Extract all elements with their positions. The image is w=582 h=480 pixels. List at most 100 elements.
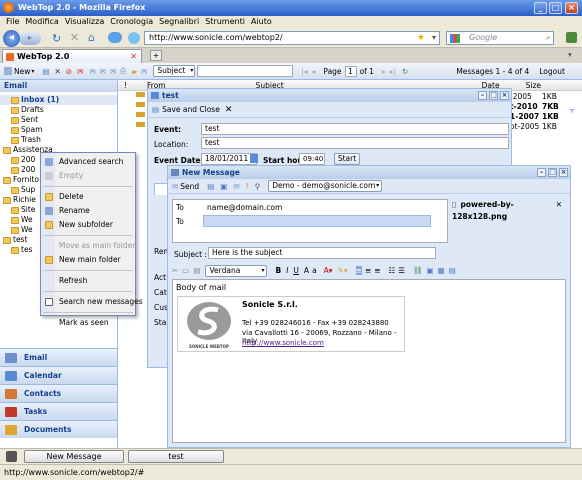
attachment-item[interactable]: ▯ powered-by-128x128.png ✕ xyxy=(452,199,564,221)
image-icon[interactable]: ▣ xyxy=(427,266,434,275)
refresh-icon[interactable]: ↻ xyxy=(402,67,408,76)
reply-icon[interactable]: ✉ xyxy=(89,67,95,76)
message-editor[interactable]: Body of mail SONICLE WEBTOP Sonicle S.r.… xyxy=(172,279,566,443)
save-icon[interactable]: ▤ xyxy=(42,67,49,76)
receipt-icon[interactable]: ✉ xyxy=(233,182,239,191)
spam-icon[interactable]: ✉ xyxy=(77,67,83,76)
menu-modifica[interactable]: Modifica xyxy=(25,16,58,28)
move-folder-icon[interactable]: ▰ xyxy=(131,67,137,76)
new-dropdown-icon[interactable]: ▾ xyxy=(31,68,34,75)
decrease-font-icon[interactable]: a xyxy=(312,266,317,275)
event-input[interactable]: test xyxy=(201,123,509,135)
forward-button[interactable]: ▸ xyxy=(19,32,41,45)
table-icon[interactable]: ▦ xyxy=(438,266,445,275)
event-date-input[interactable]: 18/01/2011 xyxy=(201,153,257,165)
from-select[interactable]: Demo - demo@sonicle.com ▾ xyxy=(268,180,383,192)
menu-cronologia[interactable]: Cronologia xyxy=(110,16,153,28)
menu-visualizza[interactable]: Visualizza xyxy=(65,16,104,28)
folder-item[interactable]: Drafts xyxy=(0,105,117,115)
font-color-icon[interactable]: A▾ xyxy=(324,266,333,275)
sig-url[interactable]: http://www.sonicle.com xyxy=(242,339,324,347)
align-left-icon[interactable]: ≡ xyxy=(355,266,362,275)
menu-item[interactable]: Rename xyxy=(41,204,135,218)
to-input-1[interactable]: name@domain.com xyxy=(203,202,431,213)
folder-item[interactable]: Spam xyxy=(0,125,117,135)
menu-item[interactable]: Mark as seen xyxy=(41,316,135,330)
location-input[interactable]: test xyxy=(201,137,509,149)
search-bar[interactable]: Google ⌕ xyxy=(446,31,554,45)
font-select[interactable]: Verdana ▾ xyxy=(205,264,268,277)
feed-icon[interactable] xyxy=(108,32,122,43)
to-label-2[interactable]: To xyxy=(176,217,184,226)
start-button[interactable]: Start xyxy=(334,153,360,165)
next-page-icon[interactable]: ▸ xyxy=(382,67,386,76)
menu-aiuto[interactable]: Aiuto xyxy=(251,16,272,28)
delete-icon[interactable]: ✕ xyxy=(54,67,60,76)
taskbar-test[interactable]: test xyxy=(128,450,224,463)
event-close-button[interactable]: × xyxy=(500,91,509,100)
folder-item[interactable]: Trash xyxy=(0,135,117,145)
menu-file[interactable]: File xyxy=(6,16,19,28)
unordered-list-icon[interactable]: ☰ xyxy=(398,266,405,275)
compose-close-button[interactable]: × xyxy=(559,168,568,177)
col-size[interactable]: Size xyxy=(526,81,541,90)
delete-event-icon[interactable]: ✕ xyxy=(225,105,233,115)
subject-input[interactable]: Here is the subject xyxy=(208,247,436,259)
increase-font-icon[interactable]: A xyxy=(304,266,309,275)
ordered-list-icon[interactable]: ☷ xyxy=(389,266,396,275)
event-maximize-button[interactable]: □ xyxy=(489,91,498,100)
addon-icon[interactable] xyxy=(566,32,577,43)
print-icon[interactable]: ⎙ xyxy=(120,66,126,76)
save-draft-icon[interactable]: ▤ xyxy=(207,182,214,191)
bookmark-star-icon[interactable]: ★ xyxy=(417,32,425,44)
link-icon[interactable]: ⛓ xyxy=(413,266,423,275)
remove-attachment-icon[interactable]: ✕ xyxy=(556,199,562,211)
minimize-button[interactable]: _ xyxy=(534,2,547,14)
reply-all-icon[interactable]: ✉ xyxy=(100,67,106,76)
send-button[interactable]: Send xyxy=(180,182,199,191)
folder-item[interactable]: Sent xyxy=(0,115,117,125)
menu-item[interactable]: Refresh xyxy=(41,274,135,288)
new-button[interactable]: New xyxy=(14,67,30,76)
logout-link[interactable]: Logout xyxy=(539,67,565,76)
filter-select[interactable]: Subject ▾ xyxy=(153,65,196,77)
to-input-2[interactable] xyxy=(203,215,431,227)
date-picker-icon[interactable] xyxy=(250,154,258,163)
event-minimize-button[interactable]: – xyxy=(478,91,487,100)
first-page-icon[interactable]: |◂ xyxy=(301,67,307,76)
menu-segnalibri[interactable]: Segnalibri xyxy=(159,16,199,28)
filter-input[interactable] xyxy=(197,65,294,77)
url-dropdown-icon[interactable]: ▾ xyxy=(432,32,436,44)
maximize-button[interactable]: □ xyxy=(549,2,562,14)
tab-webtop[interactable]: WebTop 2.0 ✕ xyxy=(2,49,142,63)
menu-item[interactable]: Advanced search xyxy=(41,155,135,169)
start-menu-icon[interactable] xyxy=(6,451,17,462)
menu-item[interactable]: Delete xyxy=(41,190,135,204)
align-right-icon[interactable]: ≡ xyxy=(374,266,380,275)
nav-documents[interactable]: Documents xyxy=(0,420,117,438)
menu-item[interactable]: New main folder xyxy=(41,253,135,267)
source-icon[interactable]: ▤ xyxy=(449,266,456,275)
nav-calendar[interactable]: Calendar xyxy=(0,366,117,384)
nav-contacts[interactable]: Contacts xyxy=(0,384,117,402)
home-icon[interactable]: ⌂ xyxy=(88,31,95,44)
block-icon[interactable]: ⊘ xyxy=(66,67,72,76)
back-button[interactable]: ◂ xyxy=(3,30,20,47)
menu-item[interactable]: Search new messages xyxy=(41,295,143,309)
folder-item[interactable]: Inbox (1) xyxy=(0,95,117,105)
compose-maximize-button[interactable]: □ xyxy=(548,168,557,177)
prev-page-icon[interactable]: ◂ xyxy=(312,67,316,76)
start-hour-select[interactable]: 09:40 xyxy=(299,153,325,165)
bold-icon[interactable]: B xyxy=(275,266,281,275)
close-window-button[interactable]: × xyxy=(565,2,578,14)
taskbar-new-message[interactable]: New Message xyxy=(24,450,124,463)
copy-icon[interactable]: ▭ xyxy=(182,266,189,275)
attach-icon[interactable]: ⚲ xyxy=(255,182,261,191)
last-page-icon[interactable]: ▸| xyxy=(390,67,396,76)
align-center-icon[interactable]: ≡ xyxy=(365,266,371,275)
stop-icon[interactable]: ✕ xyxy=(70,31,79,44)
tab-close-icon[interactable]: ✕ xyxy=(130,50,137,63)
tab-list-icon[interactable]: ▾ xyxy=(568,50,572,59)
globe-icon[interactable] xyxy=(128,32,140,44)
paste-icon[interactable]: ▤ xyxy=(193,266,200,275)
